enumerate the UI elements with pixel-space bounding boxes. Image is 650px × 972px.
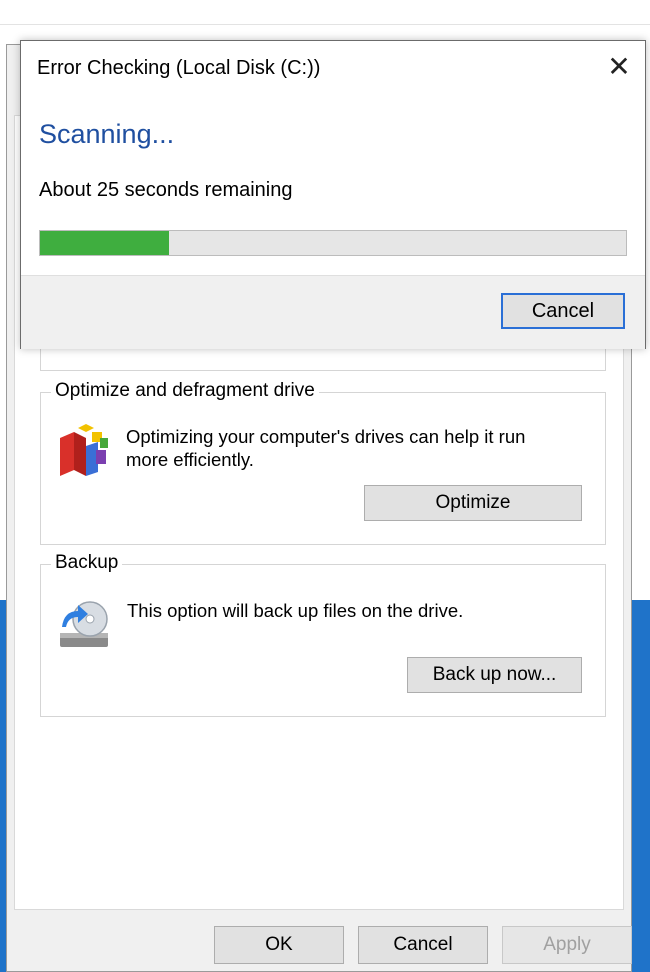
scan-progress-fill <box>40 231 169 255</box>
optimize-group: Optimize and defragment drive Optimizing… <box>40 380 606 545</box>
time-remaining-text: About 25 seconds remaining <box>39 179 293 201</box>
footer-cancel-button[interactable]: Cancel <box>358 926 488 964</box>
backup-drive-icon <box>60 601 108 647</box>
backup-description: This option will back up files on the dr… <box>127 600 464 621</box>
apply-button[interactable]: Apply <box>502 926 632 964</box>
desktop-background-right <box>632 600 650 972</box>
back-up-now-button[interactable]: Back up now... <box>407 657 582 693</box>
ok-button[interactable]: OK <box>214 926 344 964</box>
optimize-button[interactable]: Optimize <box>364 485 582 521</box>
error-checking-dialog: Error Checking (Local Disk (C:)) ✕ Scann… <box>20 40 646 349</box>
optimize-group-title: Optimize and defragment drive <box>51 380 319 402</box>
background-window-strip <box>0 0 650 25</box>
close-icon[interactable]: ✕ <box>603 51 635 83</box>
optimize-description: Optimizing your computer's drives can he… <box>126 426 526 470</box>
defragment-icon <box>60 424 108 476</box>
backup-group: Backup This option will back up files on… <box>40 552 606 717</box>
dialog-footer: Cancel <box>21 275 645 349</box>
backup-group-title: Backup <box>51 552 123 574</box>
dialog-cancel-button[interactable]: Cancel <box>501 293 625 329</box>
scanning-heading: Scanning... <box>39 119 175 149</box>
scan-progress-bar <box>39 230 627 256</box>
dialog-title: Error Checking (Local Disk (C:)) <box>37 57 321 79</box>
